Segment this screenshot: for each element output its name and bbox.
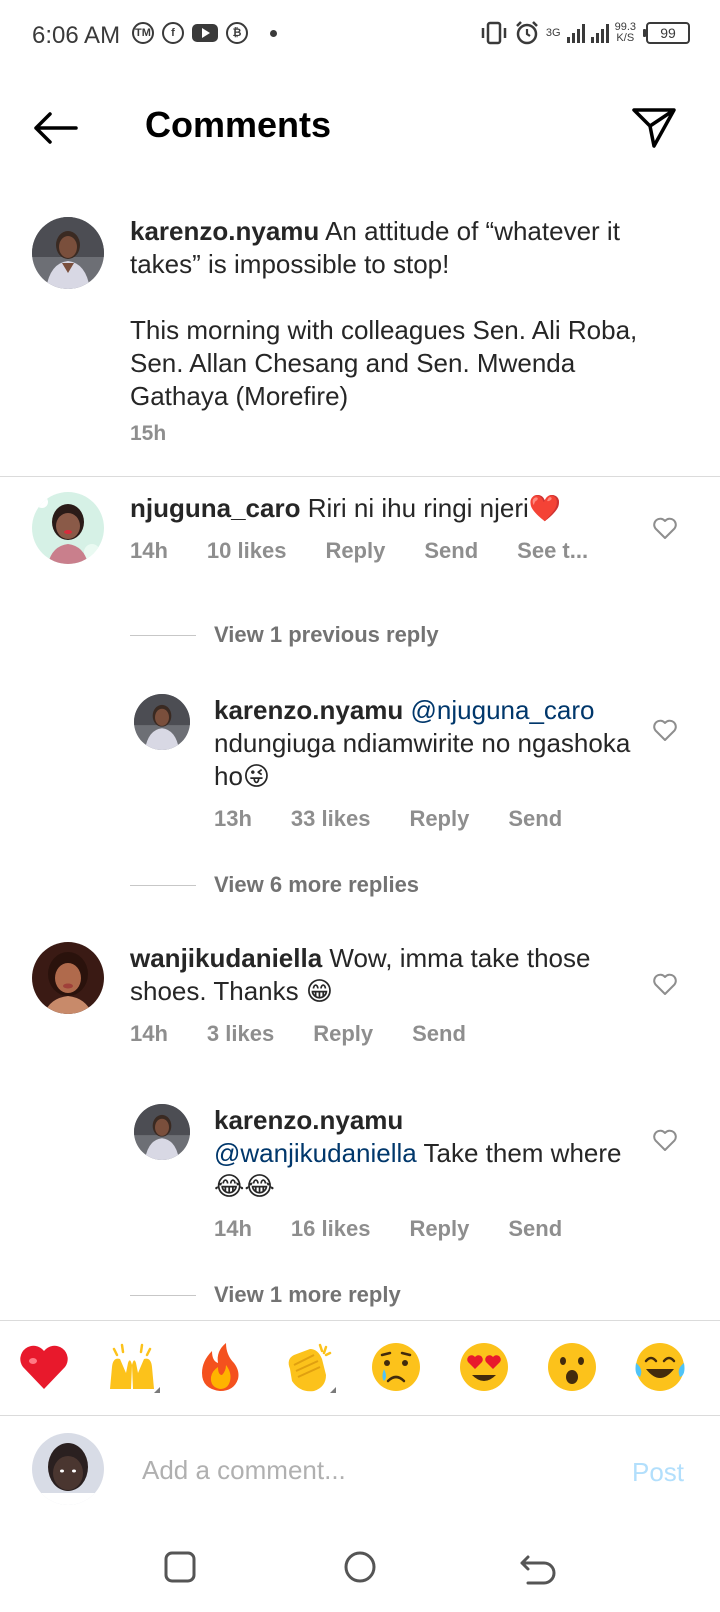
reply-meta: 14h 16 likes Reply Send [214,1216,601,1242]
caption-text: karenzo.nyamu An attitude of “whatever i… [130,215,670,413]
reply-button[interactable]: Reply [409,806,469,832]
tears-of-joy-emoji-button[interactable] [632,1339,688,1395]
avatar[interactable] [32,942,104,1014]
avatar[interactable] [32,217,104,289]
back-arrow-icon[interactable] [30,108,80,148]
comment-composer: Post [0,1417,720,1527]
view-previous-label: View 1 previous reply [214,622,439,647]
heart-emoji: ❤️ [528,493,562,523]
crying-face-emoji-button[interactable] [368,1339,424,1395]
fire-emoji-button[interactable] [192,1339,248,1395]
caption-line-2: This morning with colleagues Sen. Ali Ro… [130,315,638,411]
view-more-replies-button[interactable]: View 1 more reply [130,1282,401,1308]
mention-link[interactable]: @wanjikudaniella [214,1138,417,1168]
post-button[interactable]: Post [632,1457,684,1488]
reply-likes[interactable]: 33 likes [291,806,371,832]
page-title: Comments [145,104,332,145]
see-translation-button[interactable]: See t... [517,538,588,564]
thread-divider [130,1294,196,1296]
avatar[interactable] [32,492,104,564]
status-bar: 6:06 AM TM f ₿ 3G 99.3 K/S 99 [0,0,720,70]
view-previous-replies-button[interactable]: View 1 previous reply [130,622,439,648]
facebook-icon: f [162,22,184,44]
avatar[interactable] [134,1104,190,1160]
raising-hands-emoji-button[interactable] [104,1339,160,1395]
status-indicators: 3G 99.3 K/S 99 [480,20,690,46]
bitcoin-icon: ₿ [226,22,248,44]
network-type: 3G [545,26,561,39]
signal-icon [566,23,585,43]
comment-body: Riri ni ihu ringi njeri [307,493,529,523]
send-button[interactable]: Send [508,806,562,832]
signal-icon-2 [590,23,609,43]
like-heart-icon[interactable] [652,516,678,540]
quick-emoji-bar [0,1320,720,1416]
header: Comments [0,82,720,172]
comment-username[interactable]: wanjikudaniella [130,943,322,973]
paper-plane-icon[interactable] [630,104,678,152]
recent-apps-icon[interactable] [160,1547,200,1587]
clapping-hands-emoji-button[interactable] [280,1339,336,1395]
thread-divider [130,634,196,636]
comment-meta: 14h 3 likes Reply Send [130,1021,505,1047]
network-speed: 99.3 K/S [615,22,636,44]
post-caption: karenzo.nyamu An attitude of “whatever i… [0,205,720,477]
like-heart-icon[interactable] [652,1128,678,1152]
view-more-replies-button[interactable]: View 6 more replies [130,872,419,898]
reply-button[interactable]: Reply [313,1021,373,1047]
comment-text: njuguna_caro Riri ni ihu ringi njeri❤️ [130,492,630,525]
comment-username[interactable]: njuguna_caro [130,493,300,523]
like-heart-icon[interactable] [652,718,678,742]
comment-likes[interactable]: 10 likes [207,538,287,564]
reply-time: 14h [214,1216,252,1241]
send-button[interactable]: Send [424,538,478,564]
grin-emoji: 😁 [305,976,333,1006]
reply-likes[interactable]: 16 likes [291,1216,371,1242]
heart-eyes-emoji-button[interactable] [456,1339,512,1395]
comment-input[interactable] [142,1445,592,1495]
reply-username[interactable]: karenzo.nyamu [214,695,403,725]
comment-meta: 14h 10 likes Reply Send See t... [130,538,627,564]
thread-divider [130,884,196,886]
status-time: 6:06 AM [32,22,121,49]
back-icon[interactable] [518,1547,558,1587]
youtube-icon [192,24,218,42]
reply-body: Take them where [423,1138,622,1168]
system-nav-bar [0,1527,720,1612]
heart-emoji-button[interactable] [16,1339,72,1395]
send-button[interactable]: Send [508,1216,562,1242]
view-more-label: View 6 more replies [214,872,420,897]
home-icon[interactable] [340,1547,380,1587]
tm-icon: TM [132,22,154,44]
view-more-label: View 1 more reply [214,1282,401,1307]
reply-text: karenzo.nyamu @njuguna_caro ndungiuga nd… [214,694,634,793]
battery-icon: 99 [643,22,690,44]
like-heart-icon[interactable] [652,972,678,996]
comment-time: 14h [130,538,168,563]
reply-text: karenzo.nyamu @wanjikudaniella Take them… [214,1104,634,1203]
caption-username[interactable]: karenzo.nyamu [130,216,319,246]
laughing-emoji: 😂😂 [214,1171,275,1201]
more-notifications-icon [270,29,277,37]
reply-button[interactable]: Reply [325,538,385,564]
vibrate-icon [481,21,507,45]
reply-time: 13h [214,806,252,831]
reply-button[interactable]: Reply [409,1216,469,1242]
tongue-emoji: 😜 [242,761,271,791]
speed-unit: K/S [616,32,635,44]
status-app-icons: TM f ₿ [132,22,277,44]
reply-username[interactable]: karenzo.nyamu [214,1105,403,1135]
comment-likes[interactable]: 3 likes [207,1021,274,1047]
alarm-icon [516,21,538,45]
caption-timestamp: 15h [130,422,167,445]
mention-link[interactable]: @njuguna_caro [411,695,595,725]
reply-body: ndungiuga ndiamwirite no ngashoka ho [214,728,631,791]
comment-text: wanjikudaniella Wow, imma take those sho… [130,942,630,1008]
comment-time: 14h [130,1021,168,1046]
send-button[interactable]: Send [412,1021,466,1047]
reply-meta: 13h 33 likes Reply Send [214,806,601,832]
user-avatar[interactable] [32,1433,104,1505]
avatar[interactable] [134,694,190,750]
surprised-face-emoji-button[interactable] [544,1339,600,1395]
